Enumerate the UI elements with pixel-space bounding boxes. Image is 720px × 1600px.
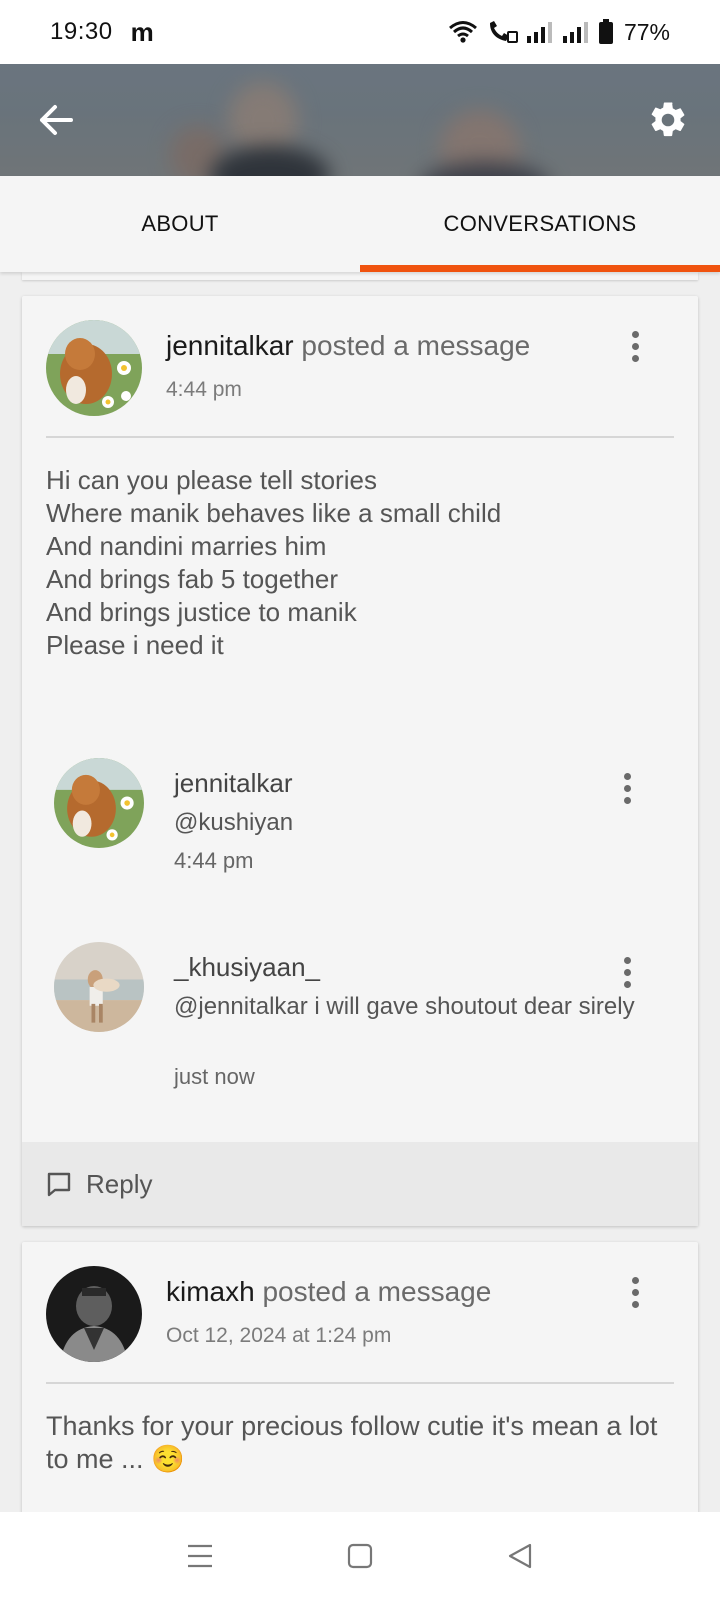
post-body: Hi can you please tell stories Where man… <box>46 464 676 662</box>
more-vert-icon <box>631 330 639 338</box>
reply-item: _khusiyaan_ @jennitalkar i will gave sho… <box>22 924 698 1104</box>
post-action: posted a message <box>254 1276 492 1307</box>
post-body: Thanks for your precious follow cutie it… <box>46 1411 658 1474</box>
post-header: jennitalkar posted a message 4:44 pm <box>22 296 698 416</box>
post-card: kimaxh posted a message Oct 12, 2024 at … <box>22 1242 698 1512</box>
signal-icon <box>526 20 554 44</box>
avatar[interactable] <box>54 942 144 1032</box>
header-banner <box>0 64 720 176</box>
tab-about[interactable]: ABOUT <box>0 176 360 272</box>
post-body-line: Please i need it <box>46 630 224 660</box>
tab-conversations[interactable]: CONVERSATIONS <box>360 176 720 272</box>
more-vert-icon <box>623 772 631 780</box>
gear-icon <box>651 102 685 137</box>
more-vert-icon <box>623 956 631 964</box>
reply-author[interactable]: jennitalkar <box>174 768 293 799</box>
reply-text: @kushiyan <box>174 809 294 836</box>
post-card: jennitalkar posted a message 4:44 pm Hi … <box>22 296 698 1226</box>
reply-item: jennitalkar @kushiyan 4:44 pm <box>22 740 698 920</box>
battery-percent: 77% <box>623 18 670 45</box>
post-action: posted a message <box>293 330 531 361</box>
back-triangle-icon <box>508 1543 532 1569</box>
post-body-line: Where manik behaves like a small child <box>46 498 502 528</box>
wifi-icon <box>448 19 478 45</box>
battery-icon <box>598 19 614 45</box>
reply-timestamp: 4:44 pm <box>174 848 254 873</box>
back-nav-button[interactable] <box>490 1526 550 1586</box>
post-header: kimaxh posted a message Oct 12, 2024 at … <box>22 1242 698 1362</box>
settings-button[interactable] <box>640 92 696 148</box>
reply-timestamp: just now <box>174 1064 255 1089</box>
tab-bar: ABOUT CONVERSATIONS <box>0 176 720 272</box>
home-square-icon <box>347 1543 373 1569</box>
post-author-line: jennitalkar posted a message <box>166 330 530 362</box>
status-bar: 19:30 m 77% <box>0 0 720 64</box>
system-nav-bar <box>0 1512 720 1600</box>
more-options-button[interactable] <box>612 950 642 994</box>
more-vert-icon <box>631 1276 639 1284</box>
post-timestamp: 4:44 pm <box>166 378 242 401</box>
post-timestamp: Oct 12, 2024 at 1:24 pm <box>166 1324 392 1347</box>
status-time: 19:30 <box>50 18 113 45</box>
previous-card-edge <box>22 272 698 280</box>
reply-text: @jennitalkar i will gave shoutout dear s… <box>174 993 635 1020</box>
conversation-feed[interactable]: jennitalkar posted a message 4:44 pm Hi … <box>0 272 720 1512</box>
wifi-call-icon <box>486 19 518 45</box>
app-notification-icon: m <box>130 16 154 47</box>
post-body-line: And nandini marries him <box>46 531 327 561</box>
arrow-left-icon <box>40 105 73 135</box>
post-body-line: Hi can you please tell stories <box>46 465 377 495</box>
post-author[interactable]: kimaxh <box>166 1276 255 1307</box>
reply-label: Reply <box>86 1168 153 1199</box>
post-body-line: And brings fab 5 together <box>46 564 338 594</box>
recent-apps-button[interactable] <box>170 1526 230 1586</box>
menu-icon <box>188 1544 212 1568</box>
post-body-line: And brings justice to manik <box>46 597 357 627</box>
post-author[interactable]: jennitalkar <box>166 330 294 361</box>
avatar[interactable] <box>54 758 144 848</box>
divider <box>46 1382 674 1384</box>
back-button[interactable] <box>30 94 82 146</box>
avatar[interactable] <box>46 320 142 416</box>
home-button[interactable] <box>330 1526 390 1586</box>
more-options-button[interactable] <box>620 1270 650 1314</box>
reply-author[interactable]: _khusiyaan_ <box>174 952 320 983</box>
divider <box>46 436 674 438</box>
more-options-button[interactable] <box>612 766 642 810</box>
more-options-button[interactable] <box>620 324 650 368</box>
reply-button[interactable]: Reply <box>22 1142 698 1226</box>
avatar[interactable] <box>46 1266 142 1362</box>
signal-icon <box>562 20 590 44</box>
comment-icon <box>47 1172 71 1197</box>
post-author-line: kimaxh posted a message <box>166 1276 491 1308</box>
